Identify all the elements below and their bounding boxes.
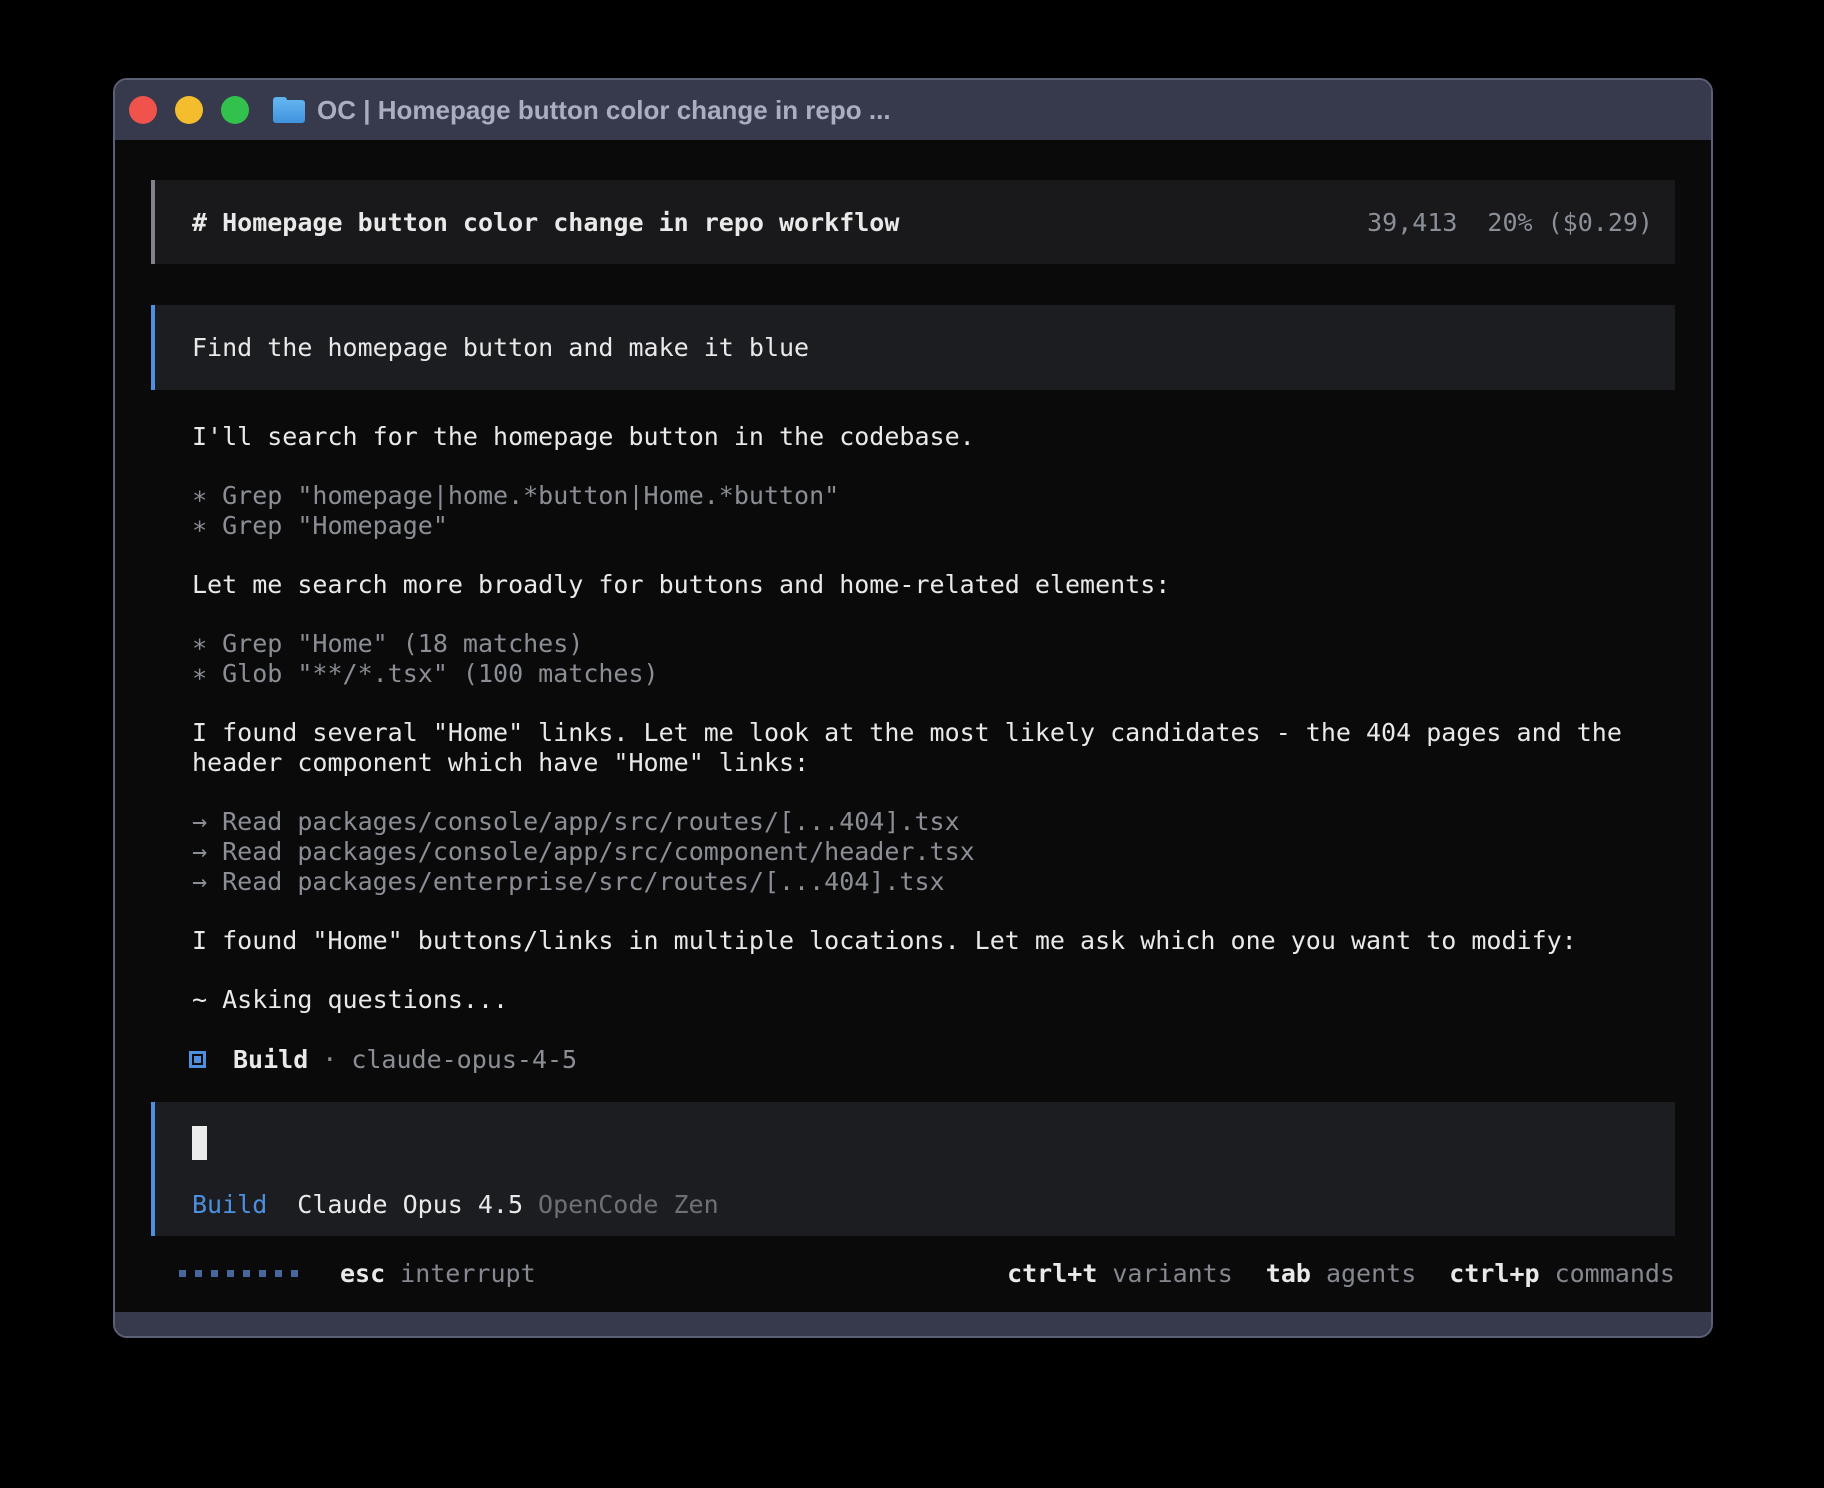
status-model-name: claude-opus-4-5 <box>351 1045 577 1074</box>
status-agent-name: Build <box>233 1045 308 1074</box>
keybind-hint-variants: ctrl+t variants <box>1007 1259 1233 1288</box>
tool-call-line: → Read packages/console/app/src/componen… <box>192 837 1675 867</box>
window-bottom-strip <box>115 1312 1711 1336</box>
tool-call-line: ∗ Grep "homepage|home.*button|Home.*butt… <box>192 481 1675 511</box>
keybind-label: variants <box>1112 1259 1232 1288</box>
input-model-label: Claude Opus 4.5 <box>297 1190 523 1220</box>
assistant-text-line: header component which have "Home" links… <box>192 748 1675 778</box>
session-header: # Homepage button color change in repo w… <box>151 180 1675 264</box>
keybind-key: esc <box>340 1259 385 1288</box>
status-bar: escinterrupt ctrl+tvariantstabagentsctrl… <box>151 1258 1675 1288</box>
session-stats: 39,413 20% ($0.29) <box>1367 208 1653 237</box>
token-count: 39,413 <box>1367 208 1457 237</box>
spinner-dot <box>179 1270 186 1277</box>
blank-line <box>192 600 1675 629</box>
blank-line <box>192 541 1675 570</box>
assistant-text-line: I'll search for the homepage button in t… <box>192 422 1675 452</box>
spinner-dot <box>195 1270 202 1277</box>
titlebar[interactable]: OC | Homepage button color change in rep… <box>115 80 1711 140</box>
window-title: OC | Homepage button color change in rep… <box>317 95 891 126</box>
status-bar-right: ctrl+t variants tab agents ctrl+p commands <box>1007 1259 1675 1288</box>
close-button[interactable] <box>129 96 157 124</box>
input-agent-label: Build <box>192 1190 267 1220</box>
session-title: # Homepage button color change in repo w… <box>192 208 899 237</box>
keybind-key: ctrl+t <box>1007 1259 1097 1288</box>
agent-status-row: Build · claude-opus-4-5 <box>151 1044 1675 1074</box>
spinner-dot <box>243 1270 250 1277</box>
text-cursor <box>192 1126 207 1160</box>
keybind-key: tab <box>1266 1259 1311 1288</box>
blank-line <box>192 689 1675 718</box>
minimize-button[interactable] <box>175 96 203 124</box>
spinner-dot <box>259 1270 266 1277</box>
user-message-text: Find the homepage button and make it blu… <box>192 333 809 362</box>
keybind-hint-commands: ctrl+p commands <box>1449 1259 1675 1288</box>
window-title-group: OC | Homepage button color change in rep… <box>273 95 891 126</box>
spinner-dot <box>291 1270 298 1277</box>
assistant-text-line: I found several "Home" links. Let me loo… <box>192 718 1675 748</box>
terminal-window: OC | Homepage button color change in rep… <box>113 78 1713 1338</box>
prompt-input[interactable]: Build Claude Opus 4.5 OpenCode Zen <box>151 1102 1675 1236</box>
keybind-hint-interrupt: esc interrupt <box>340 1259 536 1288</box>
conversation: I'll search for the homepage button in t… <box>151 422 1675 1044</box>
keybind-label: interrupt <box>400 1259 535 1288</box>
spinner-dot <box>227 1270 234 1277</box>
spinner-dot <box>275 1270 282 1277</box>
user-message: Find the homepage button and make it blu… <box>151 305 1675 390</box>
status-separator: · <box>322 1045 337 1074</box>
blank-line <box>192 956 1675 985</box>
tool-call-line: → Read packages/enterprise/src/routes/[.… <box>192 867 1675 897</box>
keybind-key: ctrl+p <box>1449 1259 1539 1288</box>
tool-call-line: ∗ Grep "Homepage" <box>192 511 1675 541</box>
working-spinner-icon <box>179 1270 298 1277</box>
assistant-text-line: ~ Asking questions... <box>192 985 1675 1015</box>
blank-line <box>192 452 1675 481</box>
folder-icon <box>273 97 305 123</box>
input-meta: Build Claude Opus 4.5 OpenCode Zen <box>192 1190 719 1220</box>
keybind-hint-agents: tab agents <box>1266 1259 1416 1288</box>
keybind-label: agents <box>1326 1259 1416 1288</box>
tool-call-line: → Read packages/console/app/src/routes/[… <box>192 807 1675 837</box>
blank-line <box>192 778 1675 807</box>
spinner-dot <box>211 1270 218 1277</box>
blank-line <box>192 1015 1675 1044</box>
traffic-lights <box>129 96 249 124</box>
blank-line <box>192 897 1675 926</box>
terminal-content: # Homepage button color change in repo w… <box>115 140 1711 1312</box>
tool-call-line: ∗ Grep "Home" (18 matches) <box>192 629 1675 659</box>
tool-call-line: ∗ Glob "**/*.tsx" (100 matches) <box>192 659 1675 689</box>
assistant-text-line: I found "Home" buttons/links in multiple… <box>192 926 1675 956</box>
zoom-button[interactable] <box>221 96 249 124</box>
assistant-text-line: Let me search more broadly for buttons a… <box>192 570 1675 600</box>
context-cost: 20% ($0.29) <box>1487 208 1653 237</box>
agent-badge-icon <box>189 1051 206 1068</box>
status-bar-left: esc interrupt <box>151 1259 536 1288</box>
keybind-label: commands <box>1555 1259 1675 1288</box>
input-provider-label: OpenCode Zen <box>538 1190 719 1220</box>
